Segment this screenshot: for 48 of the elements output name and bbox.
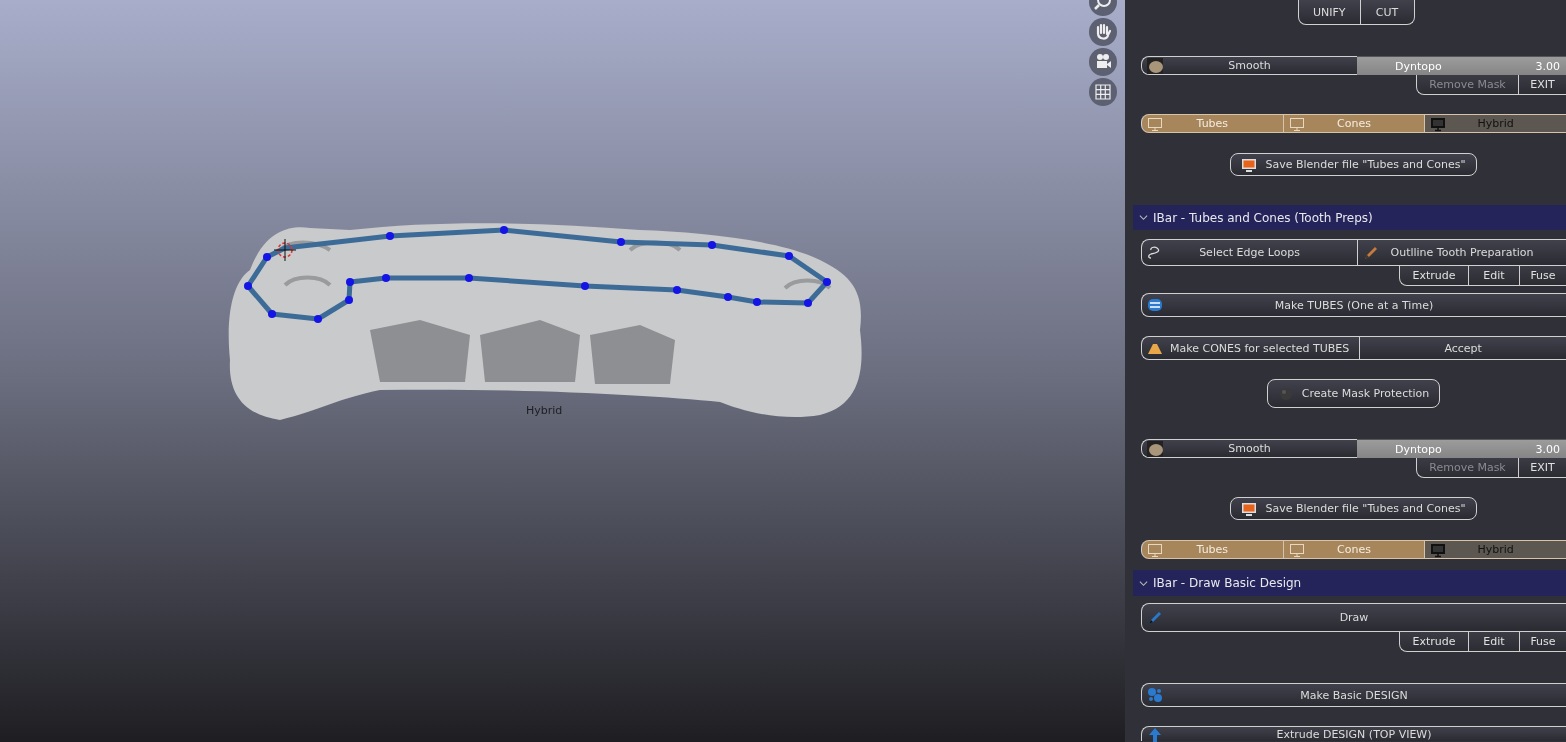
button[interactable]: Extrude <box>1399 632 1468 652</box>
button[interactable]: Fuse <box>1519 266 1566 286</box>
button[interactable]: Smooth <box>1141 56 1357 75</box>
button[interactable]: Accept <box>1359 336 1566 360</box>
button[interactable]: UNIFY <box>1298 0 1361 25</box>
button[interactable]: Save Blender file "Tubes and Cones" <box>1230 153 1477 176</box>
3d-cursor-icon[interactable] <box>274 239 296 261</box>
button[interactable]: Draw <box>1141 603 1566 632</box>
hand-icon[interactable] <box>1089 18 1117 46</box>
button[interactable]: Select Edge Loops <box>1141 239 1357 266</box>
button[interactable]: Extrude DESIGN (TOP VIEW) <box>1141 726 1566 741</box>
button[interactable]: Edit <box>1468 632 1519 652</box>
panel-header[interactable]: IBar - Draw Basic Design <box>1133 570 1566 596</box>
button[interactable]: Extrude <box>1399 266 1468 286</box>
brush-thumbnail-icon <box>1147 57 1163 74</box>
panel-header[interactable]: IBar - Tubes and Cones (Tooth Preps) <box>1133 205 1566 230</box>
object-label: Hybrid <box>526 404 563 417</box>
button[interactable]: Outlline Tooth Preparation <box>1357 239 1566 266</box>
button[interactable]: Fuse <box>1519 632 1566 652</box>
dots-icon <box>1147 687 1163 703</box>
monitor-icon <box>1147 115 1163 132</box>
button[interactable]: Create Mask Protection <box>1266 379 1441 408</box>
pencil-icon <box>1147 609 1163 626</box>
monitor-icon <box>1147 541 1163 558</box>
button[interactable]: Smooth <box>1141 439 1357 458</box>
sphere-icon <box>1277 385 1294 402</box>
monitor-icon <box>1241 500 1258 517</box>
grid-icon[interactable] <box>1089 78 1117 106</box>
monitor-icon <box>1288 541 1305 558</box>
monitor-icon <box>1430 115 1447 132</box>
button[interactable]: Save Blender file "Tubes and Cones" <box>1230 497 1477 520</box>
button[interactable]: Make CONES for selected TUBES <box>1141 336 1360 360</box>
button[interactable]: CUT <box>1360 0 1415 25</box>
section-title: IBar - Draw Basic Design <box>1153 576 1302 590</box>
cylinder-icon <box>1147 297 1163 313</box>
monitor-icon <box>1288 115 1305 132</box>
button[interactable]: Make TUBES (One at a Time) <box>1141 293 1566 317</box>
button[interactable]: Make Basic DESIGN <box>1141 683 1566 707</box>
section-title: IBar - Tubes and Cones (Tooth Preps) <box>1153 210 1373 225</box>
button[interactable]: Edit <box>1468 266 1519 286</box>
brush-thumbnail-icon <box>1147 440 1163 457</box>
button[interactable]: EXIT <box>1518 458 1566 478</box>
button[interactable]: EXIT <box>1518 75 1566 95</box>
monitor-icon <box>1241 156 1258 173</box>
monitor-icon <box>1430 541 1447 558</box>
pencil-icon <box>1363 244 1379 261</box>
up-arrow-icon <box>1147 727 1163 742</box>
camera-icon[interactable] <box>1089 48 1117 76</box>
